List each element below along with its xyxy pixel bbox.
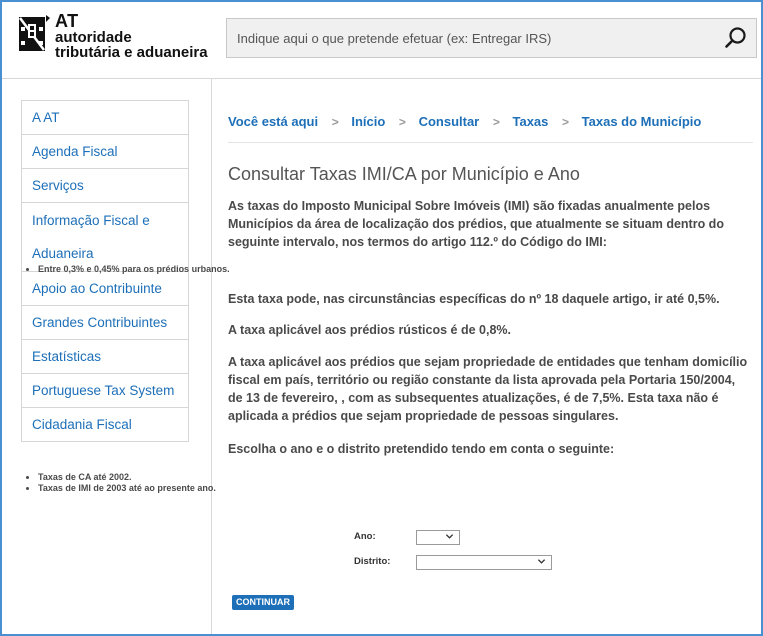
search-input[interactable] xyxy=(227,19,707,57)
header-divider xyxy=(2,78,761,79)
paragraph-escolha: Escolha o ano e o distrito pretendido te… xyxy=(228,442,615,456)
distrito-select[interactable] xyxy=(416,555,552,570)
logo-wordmark: AT autoridade tributária e aduaneira xyxy=(55,12,208,60)
search-icon[interactable] xyxy=(724,26,748,50)
logo-line-tributaria: tributária e aduaneira xyxy=(55,44,208,61)
breadcrumb-separator: > xyxy=(331,114,339,129)
chevron-down-icon xyxy=(445,534,454,539)
at-logo[interactable]: AT autoridade tributária e aduaneira xyxy=(16,12,216,64)
breadcrumb-taxas-municipio[interactable]: Taxas do Município xyxy=(582,114,702,129)
breadcrumb: Você está aqui > Início > Consultar > Ta… xyxy=(228,113,701,129)
page-title: Consultar Taxas IMI/CA por Município e A… xyxy=(228,164,580,184)
choice-bullet-list: Taxas de CA até 2002. Taxas de IMI de 20… xyxy=(26,472,216,494)
breadcrumb-inicio[interactable]: Início xyxy=(351,114,385,129)
ano-label: Ano: xyxy=(354,531,376,542)
paragraph-limit: Esta taxa pode, nas circunstâncias espec… xyxy=(228,292,720,306)
intro-paragraph: As taxas do Imposto Municipal Sobre Imóv… xyxy=(228,199,724,249)
choice-bullet-ca: Taxas de CA até 2002. xyxy=(38,472,216,483)
sidebar-item-a-at[interactable]: A AT xyxy=(22,101,188,135)
distrito-label: Distrito: xyxy=(354,556,391,567)
paragraph-entidades: A taxa aplicável aos prédios que sejam p… xyxy=(228,355,748,423)
continuar-button[interactable]: CONTINUAR xyxy=(232,595,294,610)
intro-bullet-list: Entre 0,3% e 0,45% para os prédios urban… xyxy=(26,264,230,275)
sidebar-item-informacao-fiscal-line1: Informação Fiscal e xyxy=(32,213,150,228)
content-divider xyxy=(211,79,212,634)
sidebar-item-apoio-contribuinte[interactable]: Apoio ao Contribuinte xyxy=(22,272,188,306)
breadcrumb-separator: > xyxy=(562,114,570,129)
sidebar-item-informacao-fiscal-line2: Aduaneira xyxy=(32,246,94,261)
choice-bullet-imi: Taxas de IMI de 2003 até ao presente ano… xyxy=(38,483,216,494)
breadcrumb-separator: > xyxy=(492,114,500,129)
portuguese-shield-icon xyxy=(19,15,50,51)
sidebar-item-portuguese-tax-system[interactable]: Portuguese Tax System xyxy=(22,374,188,408)
ano-select[interactable] xyxy=(416,530,460,545)
sidebar-item-grandes-contribuintes[interactable]: Grandes Contribuintes xyxy=(22,306,188,340)
breadcrumb-consultar[interactable]: Consultar xyxy=(419,114,480,129)
breadcrumb-prefix: Você está aqui xyxy=(228,114,319,130)
breadcrumb-divider xyxy=(228,142,753,143)
sidebar-item-estatisticas[interactable]: Estatísticas xyxy=(22,340,188,374)
logo-line-autoridade: autoridade xyxy=(55,29,132,46)
paragraph-rusticos: A taxa aplicável aos prédios rústicos é … xyxy=(228,323,511,337)
sidebar-item-servicos[interactable]: Serviços xyxy=(22,169,188,203)
sidebar-item-agenda-fiscal[interactable]: Agenda Fiscal xyxy=(22,135,188,169)
breadcrumb-taxas[interactable]: Taxas xyxy=(513,114,549,129)
breadcrumb-separator: > xyxy=(398,114,406,129)
logo-at: AT xyxy=(55,11,79,31)
search-bar xyxy=(226,18,757,58)
intro-bullet: Entre 0,3% e 0,45% para os prédios urban… xyxy=(38,264,230,275)
sidebar-item-cidadania-fiscal[interactable]: Cidadania Fiscal xyxy=(22,408,188,441)
chevron-down-icon xyxy=(537,559,546,564)
sidebar-item-informacao-fiscal[interactable]: Informação Fiscal e Aduaneira xyxy=(22,203,188,272)
